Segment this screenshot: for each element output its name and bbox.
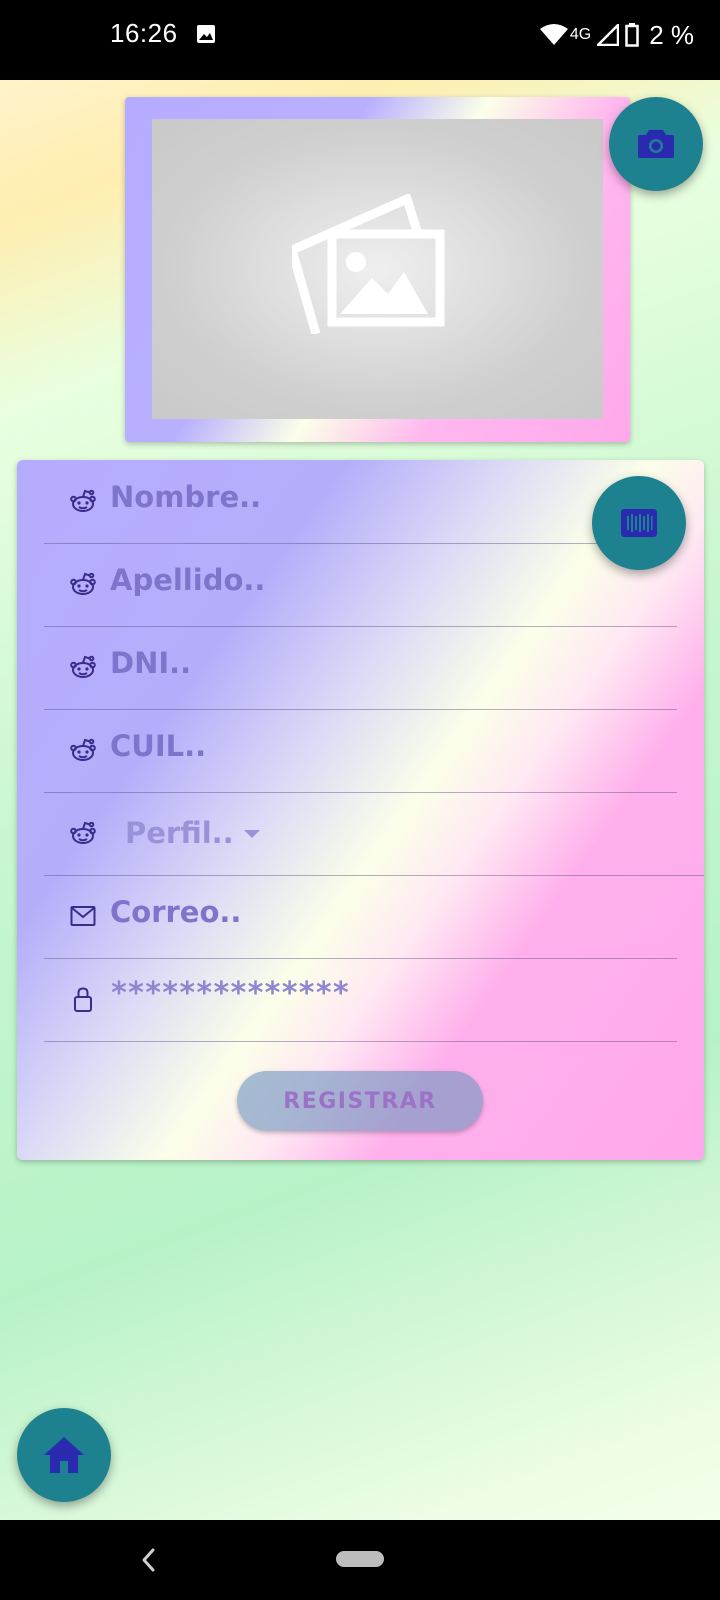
register-button[interactable]: REGISTRAR xyxy=(237,1071,483,1131)
reddit-icon xyxy=(70,738,96,761)
reddit-icon xyxy=(70,572,96,595)
lock-icon xyxy=(74,987,92,1012)
barcode-icon xyxy=(621,509,657,537)
register-form: Nombre.. Apellido.. DNI.. CUIL.. Perfil.… xyxy=(17,460,704,1160)
nombre-placeholder: Nombre.. xyxy=(110,480,262,514)
cuil-field[interactable]: CUIL.. xyxy=(44,709,677,793)
network-type: 4G xyxy=(569,26,592,43)
wifi-icon xyxy=(539,24,568,45)
dropdown-arrow-icon xyxy=(244,830,260,838)
apellido-field[interactable]: Apellido.. xyxy=(44,543,677,627)
apellido-placeholder: Apellido.. xyxy=(110,563,266,597)
battery-percent: 2 % xyxy=(649,19,694,50)
perfil-placeholder: Perfil.. xyxy=(125,816,234,850)
cuil-placeholder: CUIL.. xyxy=(110,729,207,763)
reddit-icon xyxy=(70,655,96,678)
back-icon[interactable] xyxy=(138,1542,158,1578)
dni-placeholder: DNI.. xyxy=(110,646,192,680)
battery-icon xyxy=(625,23,639,47)
camera-button[interactable] xyxy=(609,97,703,191)
status-bar: 16:26 4G 2 % xyxy=(0,0,720,80)
status-time: 16:26 xyxy=(110,18,178,48)
image-placeholder-icon xyxy=(292,194,445,334)
image-notification-icon xyxy=(197,25,215,43)
nombre-field[interactable]: Nombre.. xyxy=(44,460,677,544)
photo-card xyxy=(125,97,630,442)
correo-placeholder: Correo.. xyxy=(110,895,242,929)
navigation-bar xyxy=(0,1520,720,1600)
perfil-dropdown[interactable]: Perfil.. xyxy=(44,792,704,876)
mail-icon xyxy=(70,906,96,926)
signal-icon xyxy=(597,24,620,46)
status-icons: 4G 2 % xyxy=(539,18,694,52)
password-value: ************** xyxy=(110,976,350,1011)
home-icon xyxy=(44,1437,84,1473)
dni-field[interactable]: DNI.. xyxy=(44,626,677,710)
home-pill[interactable] xyxy=(336,1551,384,1567)
password-field[interactable]: ************** xyxy=(44,958,677,1042)
reddit-icon xyxy=(70,821,96,844)
reddit-icon xyxy=(70,489,96,512)
photo-preview[interactable] xyxy=(152,119,603,419)
barcode-scan-button[interactable] xyxy=(592,476,686,570)
camera-icon xyxy=(638,130,674,158)
correo-field[interactable]: Correo.. xyxy=(44,875,677,959)
home-button[interactable] xyxy=(17,1408,111,1502)
